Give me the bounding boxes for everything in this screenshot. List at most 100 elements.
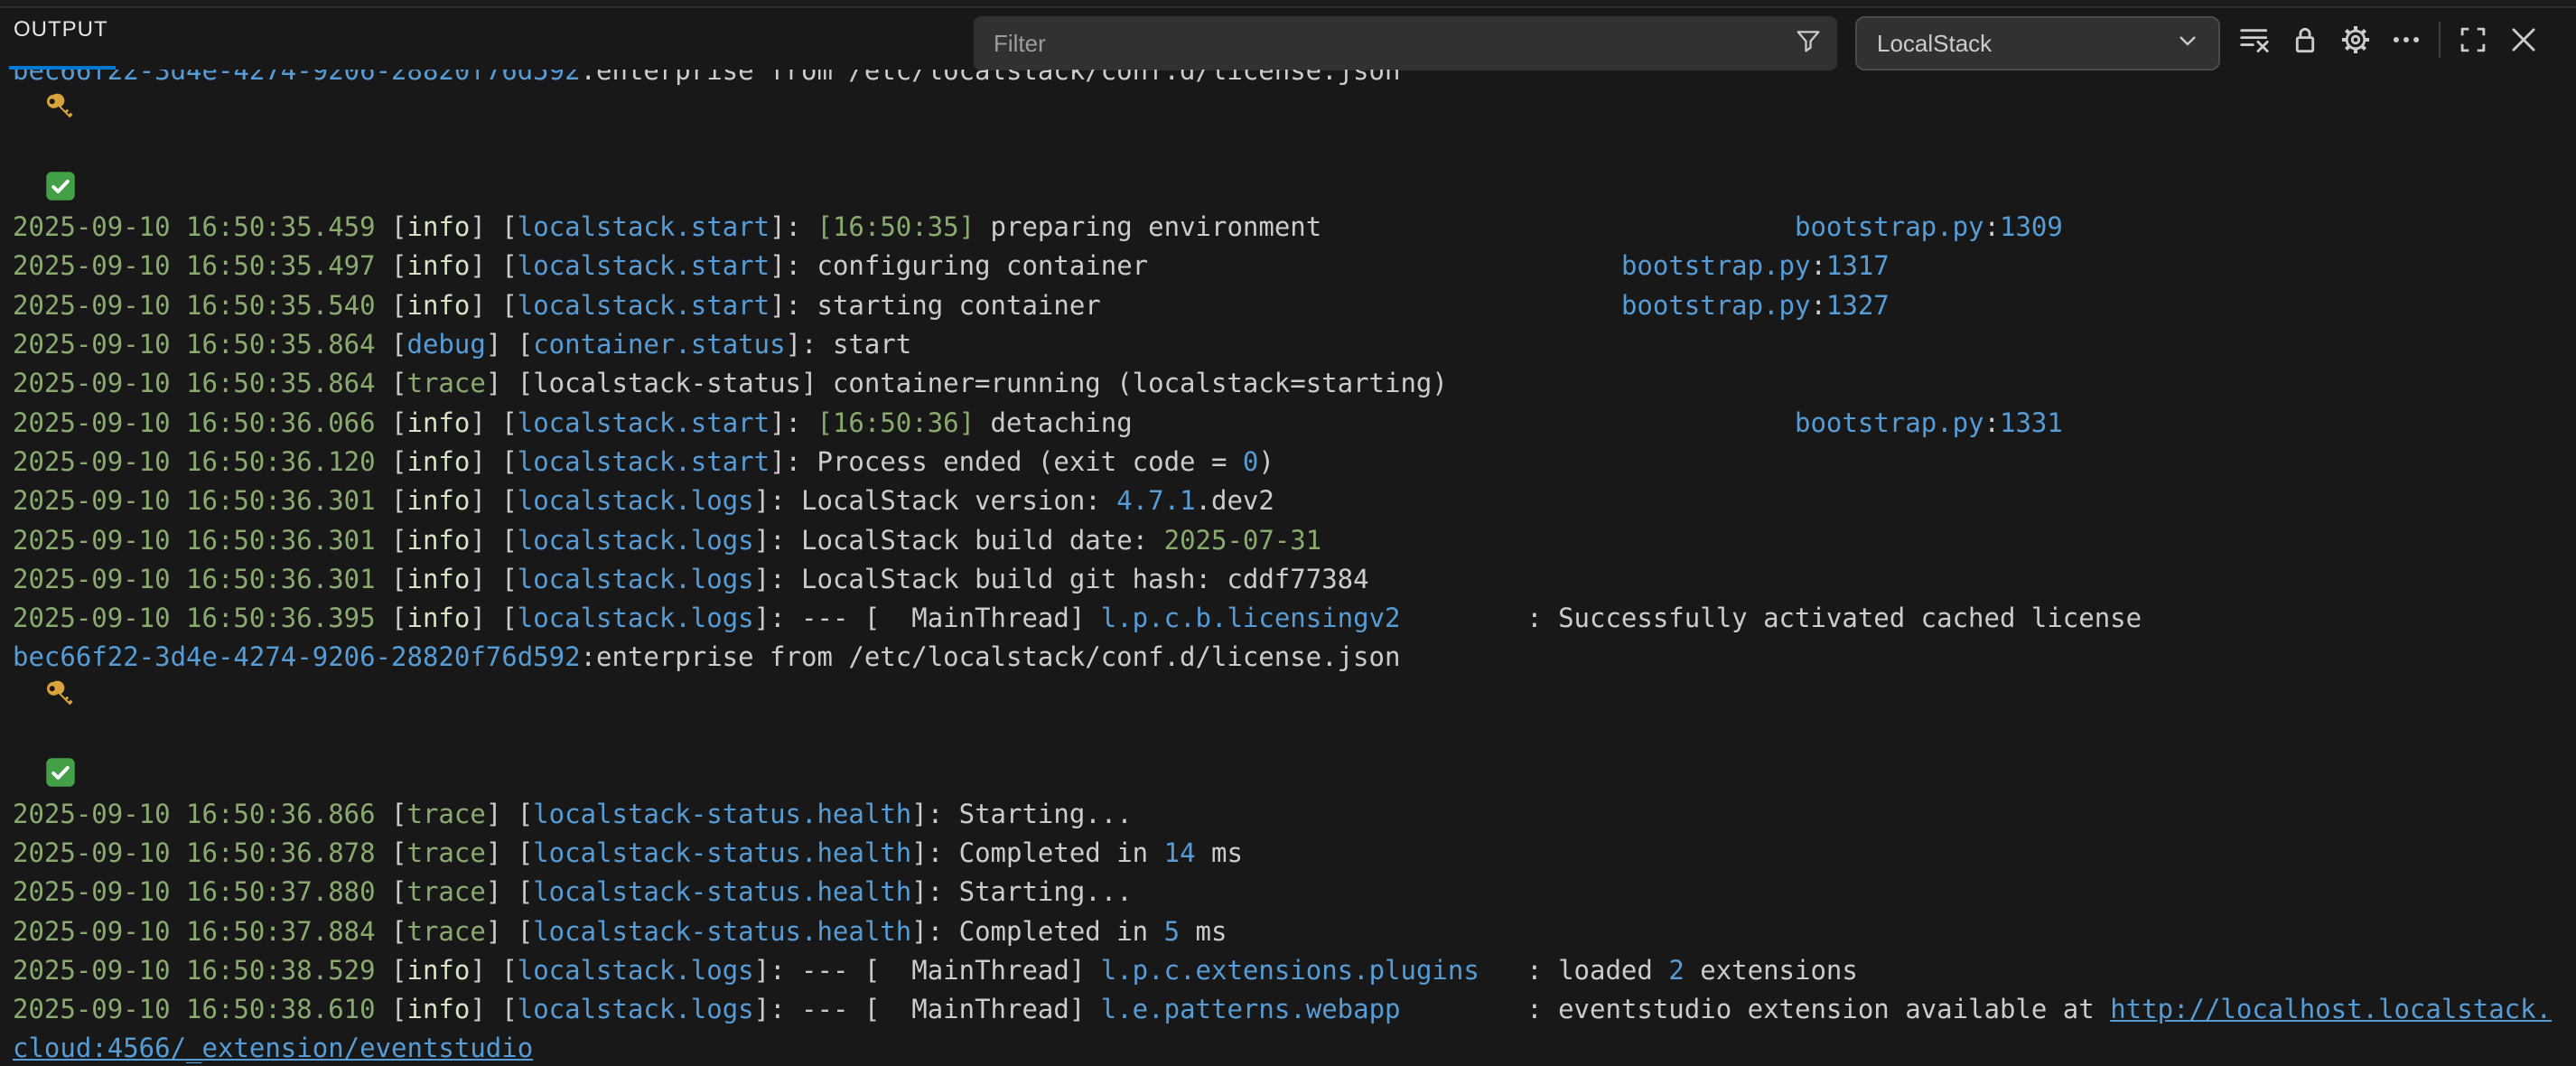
log-text: [ xyxy=(391,407,406,438)
log-line: 2025-09-10 16:50:36.066 [info] [localsta… xyxy=(13,404,2576,443)
log-text: [ xyxy=(391,525,406,556)
log-text: l.p.c.b.licensingv2 xyxy=(1101,603,1401,633)
log-text: ]: xyxy=(911,837,958,868)
log-text: info xyxy=(407,446,471,477)
log-line: 2025-09-10 16:50:35.864 [debug] [contain… xyxy=(13,325,2576,364)
log-container[interactable]: bec66f22-3d4e-4274-9206-28820f76d592:ent… xyxy=(0,70,2576,1066)
log-text: 5 xyxy=(1164,916,1180,947)
tab-output[interactable]: OUTPUT xyxy=(14,17,108,42)
log-text: ]: xyxy=(754,564,801,594)
log-text: ms xyxy=(1196,837,1243,868)
settings-button[interactable] xyxy=(2330,14,2381,65)
log-text: 2025-09-10 16:50:36.866 xyxy=(13,799,391,829)
log-text: ] [ xyxy=(470,994,517,1024)
log-text: --- [ MainThread] xyxy=(801,603,1101,633)
clear-output-button[interactable] xyxy=(2229,14,2280,65)
log-text: info xyxy=(407,290,471,321)
source-location-link[interactable]: 1317 xyxy=(1826,250,1890,281)
source-location-link[interactable]: : xyxy=(1984,407,2000,438)
source-location-link[interactable]: 1309 xyxy=(2000,211,2063,242)
log-text: [ xyxy=(391,446,406,477)
source-location-link[interactable]: bootstrap.py xyxy=(1621,250,1811,281)
log-text: trace xyxy=(407,799,486,829)
key-emoji xyxy=(44,91,77,124)
log-text: [ xyxy=(391,837,406,868)
source-location-link[interactable]: : xyxy=(1810,290,1825,321)
log-text: ] [ xyxy=(486,329,533,360)
log-text: 2025-09-10 16:50:36.301 xyxy=(13,485,391,516)
source-location-link[interactable]: 1331 xyxy=(2000,407,2063,438)
log-text: ] [ xyxy=(470,564,517,594)
log-text: ] [ xyxy=(470,250,517,281)
gear-icon xyxy=(2338,23,2373,57)
log-line: 2025-09-10 16:50:36.395 [info] [localsta… xyxy=(13,599,2576,638)
log-text: info xyxy=(407,211,471,242)
log-text: 14 xyxy=(1164,837,1196,868)
log-text: trace xyxy=(407,916,486,947)
log-text: 2025-09-10 16:50:35.540 xyxy=(13,290,391,321)
more-actions-button[interactable] xyxy=(2381,14,2431,65)
log-text: [localstack-status] container=running (l… xyxy=(518,368,1448,398)
log-text: 2025-09-10 16:50:35.864 xyxy=(13,368,391,398)
log-text: 2025-09-10 16:50:38.610 xyxy=(13,994,391,1024)
log-text: LocalStack build git hash: cddf77384 xyxy=(801,564,1369,594)
log-text: ]: xyxy=(770,290,817,321)
log-text: Process ended (exit code = xyxy=(817,446,1242,477)
source-location-link[interactable]: : xyxy=(1984,211,2000,242)
source-location-link[interactable]: bootstrap.py xyxy=(1795,211,1984,242)
log-text: ]: xyxy=(770,250,817,281)
log-text: localstack.start xyxy=(518,407,770,438)
log-text: ] [ xyxy=(470,211,517,242)
log-text: 2025-07-31 xyxy=(1164,525,1322,556)
log-line: 2025-09-10 16:50:36.878 [trace] [localst… xyxy=(13,834,2576,873)
lock-auto-scroll-button[interactable] xyxy=(2280,14,2330,65)
log-text: ]: xyxy=(754,994,801,1024)
log-text: ] [ xyxy=(470,955,517,986)
log-text: localstack.start xyxy=(518,250,770,281)
log-line: 2025-09-10 16:50:35.540 [info] [localsta… xyxy=(13,286,2576,325)
log-text: [ xyxy=(391,368,406,398)
log-text: localstack-status.health xyxy=(533,799,911,829)
filter-box xyxy=(974,16,1837,70)
log-text: ] [ xyxy=(486,837,533,868)
check-mark-emoji xyxy=(44,170,77,202)
log-text: [ xyxy=(391,250,406,281)
log-line: 2025-09-10 16:50:36.301 [info] [localsta… xyxy=(13,560,2576,599)
close-panel-button[interactable] xyxy=(2498,14,2549,65)
log-text: trace xyxy=(407,837,486,868)
channel-dropdown[interactable]: LocalStack xyxy=(1855,16,2220,70)
chevron-down-icon xyxy=(2173,26,2202,61)
log-line: 2025-09-10 16:50:35.864 [trace] [localst… xyxy=(13,364,2576,403)
source-location-link[interactable]: 1327 xyxy=(1826,290,1890,321)
log-text: 2025-09-10 16:50:36.301 xyxy=(13,564,391,594)
channel-dropdown-value: LocalStack xyxy=(1877,30,1992,58)
log-text: container.status xyxy=(533,329,785,360)
log-text: :enterprise from /etc/localstack/conf.d/… xyxy=(581,641,1416,672)
source-location-link[interactable]: bootstrap.py xyxy=(1621,290,1811,321)
log-text: : Successfully activated cached license xyxy=(1401,603,2142,633)
actions-separator xyxy=(2439,22,2441,58)
log-text: Starting... xyxy=(959,876,1133,907)
log-text: localstack-status.health xyxy=(533,837,911,868)
log-text: 2025-09-10 16:50:37.880 xyxy=(13,876,391,907)
log-text: localstack.start xyxy=(518,446,770,477)
log-text: localstack.logs xyxy=(518,955,754,986)
log-text xyxy=(1133,407,1795,438)
source-location-link[interactable]: bootstrap.py xyxy=(1795,407,1984,438)
log-text: [16:50:35] xyxy=(817,211,975,242)
maximize-panel-button[interactable] xyxy=(2448,14,2498,65)
log-text xyxy=(1148,250,1621,281)
source-location-link[interactable]: : xyxy=(1810,250,1825,281)
filter-options-button[interactable] xyxy=(1779,16,1837,70)
log-text: 2025-09-10 16:50:36.066 xyxy=(13,407,391,438)
log-link[interactable]: http://localhost.localstack. xyxy=(2110,994,2552,1024)
key-emoji xyxy=(44,678,77,711)
log-link[interactable]: cloud:4566/_extension/eventstudio xyxy=(13,1033,533,1063)
log-text: info xyxy=(407,250,471,281)
log-line: 2025-09-10 16:50:35.497 [info] [localsta… xyxy=(13,247,2576,285)
log-text: localstack.logs xyxy=(518,525,754,556)
filter-input[interactable] xyxy=(974,30,1779,58)
log-text: ] [ xyxy=(470,525,517,556)
log-text: localstack.start xyxy=(518,290,770,321)
log-text: localstack-status.health xyxy=(533,916,911,947)
